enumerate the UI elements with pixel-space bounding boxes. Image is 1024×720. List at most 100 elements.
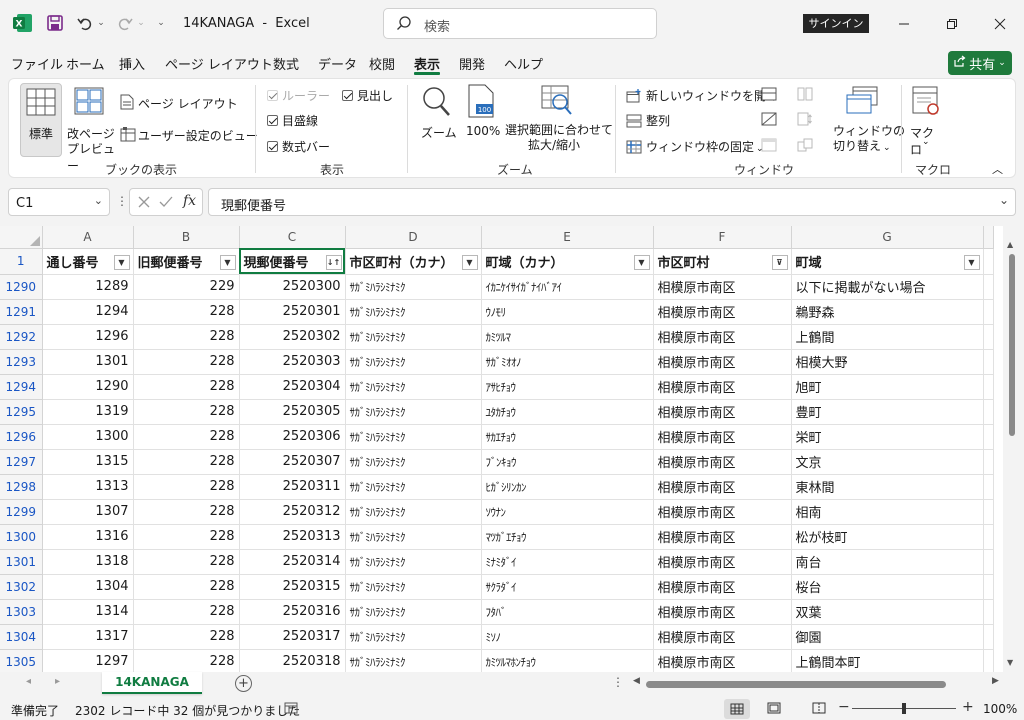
next-sheet-icon[interactable]: ▸ (55, 676, 60, 687)
empty-cell[interactable] (983, 474, 994, 500)
empty-cell[interactable] (983, 274, 994, 300)
cell-c[interactable]: 2520301 (239, 299, 346, 325)
scroll-left-icon[interactable]: ◀ (633, 676, 640, 686)
formula-bar-checkbox[interactable]: 数式バー (267, 138, 330, 155)
cell-f[interactable]: 相模原市南区 (653, 274, 792, 300)
cell-e[interactable]: ｱｻﾋﾁｮｳ (481, 374, 654, 400)
gridlines-checkbox[interactable]: 目盛線 (267, 112, 318, 129)
cell-e[interactable]: ﾕﾀｶﾁｮｳ (481, 399, 654, 425)
column-header-d[interactable]: D (345, 226, 482, 249)
cell-c[interactable]: 2520316 (239, 599, 346, 625)
switch-windows-button[interactable]: ウィンドウの 切り替え ⌄ (831, 83, 905, 155)
customize-toolbar-icon[interactable]: ⌄ (154, 14, 168, 32)
cell-d[interactable]: ｻｶﾞﾐﾊﾗｼﾐﾅﾐｸ (345, 374, 482, 400)
cell-g[interactable]: 相模大野 (791, 349, 984, 375)
empty-cell[interactable] (983, 399, 994, 425)
sheet-tab-14kanaga[interactable]: 14KANAGA (102, 672, 202, 694)
header-cell-g[interactable]: 町域 ▼ (791, 248, 984, 275)
formula-bar-options-icon[interactable]: ⋮ (116, 194, 128, 208)
cell-c[interactable]: 2520303 (239, 349, 346, 375)
cell-e[interactable]: ﾋｶﾞｼﾘﾝｶﾝ (481, 474, 654, 500)
empty-cell[interactable] (983, 499, 994, 525)
cell-b[interactable]: 228 (133, 649, 240, 672)
cell-f[interactable]: 相模原市南区 (653, 349, 792, 375)
search-box[interactable]: 検索 (383, 8, 657, 39)
cell-a[interactable]: 1296 (42, 324, 134, 350)
cell-f[interactable]: 相模原市南区 (653, 499, 792, 525)
normal-view-status-icon[interactable] (724, 699, 750, 719)
ruler-checkbox[interactable]: ルーラー (267, 87, 330, 104)
cell-b[interactable]: 229 (133, 274, 240, 300)
arrange-all-button[interactable]: 整列 (626, 112, 670, 131)
horizontal-scroll-thumb[interactable] (646, 681, 946, 688)
empty-cell[interactable] (983, 349, 994, 375)
scroll-down-icon[interactable]: ▼ (1007, 658, 1013, 667)
cell-e[interactable]: ｲｶﾆｹｲｻｲｶﾞﾅｲﾊﾞｱｲ (481, 274, 654, 300)
cell-e[interactable]: ﾏﾂｶﾞｴﾁｮｳ (481, 524, 654, 550)
name-box-dropdown-icon[interactable]: ⌄ (94, 194, 103, 207)
scroll-up-icon[interactable]: ▲ (1007, 240, 1013, 249)
cell-e[interactable]: ﾌﾀﾊﾞ (481, 599, 654, 625)
cell-a[interactable]: 1318 (42, 549, 134, 575)
cell-b[interactable]: 228 (133, 549, 240, 575)
sync-scroll-button[interactable] (797, 112, 815, 128)
restore-icon[interactable] (940, 12, 964, 36)
cell-a[interactable]: 1301 (42, 349, 134, 375)
menu-help[interactable]: ヘルプ (504, 54, 543, 73)
cell-c[interactable]: 2520313 (239, 524, 346, 550)
cell-b[interactable]: 228 (133, 424, 240, 450)
hide-button[interactable] (761, 112, 779, 128)
empty-cell[interactable] (983, 299, 994, 325)
cell-f[interactable]: 相模原市南区 (653, 624, 792, 650)
filter-dropdown-icon[interactable]: ▼ (113, 254, 130, 270)
redo-dropdown-icon[interactable]: ⌄ (136, 14, 146, 32)
menu-review[interactable]: 校閲 (369, 54, 395, 73)
cell-d[interactable]: ｻｶﾞﾐﾊﾗｼﾐﾅﾐｸ (345, 624, 482, 650)
cell-e[interactable]: ｿｳﾅﾝ (481, 499, 654, 525)
undo-icon[interactable] (74, 12, 96, 34)
cell-e[interactable]: ｳﾉﾓﾘ (481, 299, 654, 325)
empty-cell[interactable] (983, 248, 994, 275)
filter-dropdown-icon[interactable]: ▼ (461, 254, 478, 270)
cell-a[interactable]: 1294 (42, 299, 134, 325)
freeze-panes-button[interactable]: ウィンドウ枠の固定 ⌄ (626, 138, 764, 157)
cell-c[interactable]: 2520311 (239, 474, 346, 500)
cell-g[interactable]: 松が枝町 (791, 524, 984, 550)
menu-developer[interactable]: 開発 (459, 54, 485, 73)
cell-e[interactable]: ｻｶｴﾁｮｳ (481, 424, 654, 450)
page-break-preview-button[interactable]: 改ページ プレビュー (67, 83, 115, 173)
row-number[interactable]: 1301 (0, 549, 43, 575)
cell-a[interactable]: 1316 (42, 524, 134, 550)
cell-d[interactable]: ｻｶﾞﾐﾊﾗｼﾐﾅﾐｸ (345, 499, 482, 525)
cell-f[interactable]: 相模原市南区 (653, 574, 792, 600)
cell-g[interactable]: 桜台 (791, 574, 984, 600)
empty-cell[interactable] (983, 374, 994, 400)
cell-e[interactable]: ﾌﾞﾝｷｮｳ (481, 449, 654, 475)
column-header-c[interactable]: C (239, 226, 346, 249)
cell-f[interactable]: 相模原市南区 (653, 599, 792, 625)
cell-b[interactable]: 228 (133, 349, 240, 375)
empty-cell[interactable] (983, 424, 994, 450)
redo-icon[interactable] (114, 12, 136, 34)
cell-g[interactable]: 上鶴間本町 (791, 649, 984, 672)
row-number[interactable]: 1304 (0, 624, 43, 650)
empty-cell[interactable] (983, 599, 994, 625)
formula-input[interactable]: 現郵便番号 ⌄ (208, 188, 1016, 216)
cell-a[interactable]: 1315 (42, 449, 134, 475)
cell-e[interactable]: ﾐﾅﾐﾀﾞｲ (481, 549, 654, 575)
share-button[interactable]: 共有 ⌄ (948, 51, 1012, 75)
cell-d[interactable]: ｻｶﾞﾐﾊﾗｼﾐﾅﾐｸ (345, 474, 482, 500)
menu-home[interactable]: ホーム (66, 54, 105, 73)
cell-f[interactable]: 相模原市南区 (653, 549, 792, 575)
confirm-entry-icon[interactable] (159, 195, 173, 212)
prev-sheet-icon[interactable]: ◂ (26, 676, 31, 687)
zoom-slider[interactable] (852, 703, 956, 714)
page-break-status-icon[interactable] (812, 702, 826, 717)
cell-g[interactable]: 以下に掲載がない場合 (791, 274, 984, 300)
cell-g[interactable]: 南台 (791, 549, 984, 575)
header-cell-e[interactable]: 町域（カナ） ▼ (481, 248, 654, 275)
cell-a[interactable]: 1314 (42, 599, 134, 625)
row-number[interactable]: 1296 (0, 424, 43, 450)
cell-f[interactable]: 相模原市南区 (653, 424, 792, 450)
cell-f[interactable]: 相模原市南区 (653, 299, 792, 325)
